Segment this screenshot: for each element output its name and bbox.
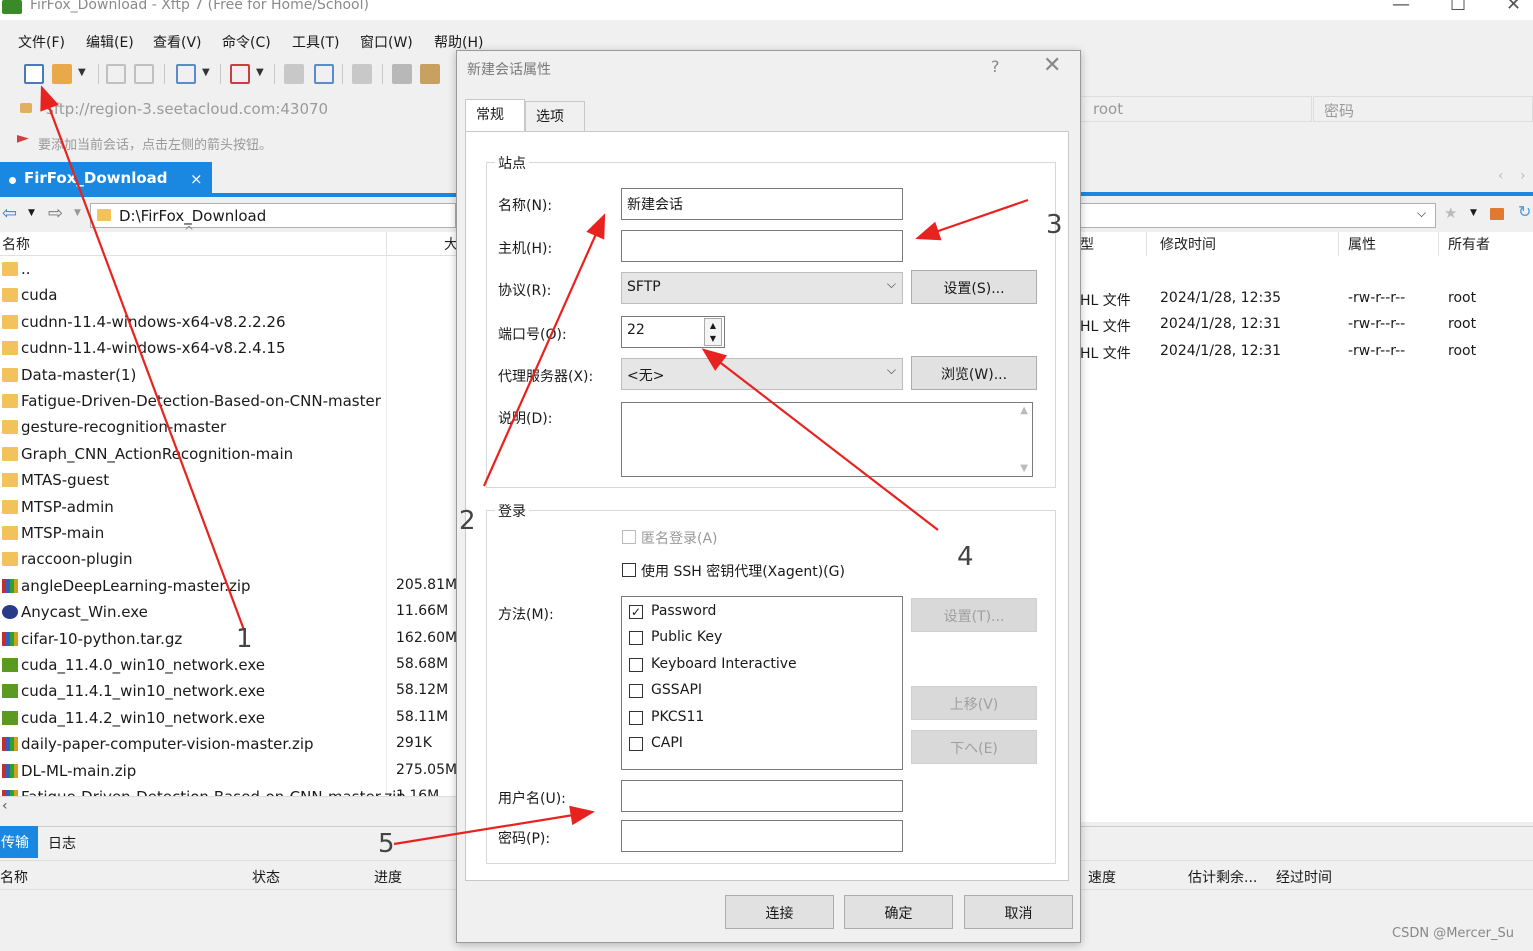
annotation-2: 2 xyxy=(459,506,476,536)
annotation-1: 1 xyxy=(236,624,253,654)
annotation-3: 3 xyxy=(1046,210,1063,240)
annotation-arrow-1 xyxy=(40,87,246,631)
annotation-arrowhead-5 xyxy=(569,805,595,826)
annotation-arrowhead-2 xyxy=(586,213,606,240)
annotation-arrowhead-4 xyxy=(701,348,728,371)
annotation-5: 5 xyxy=(378,829,395,859)
annotation-arrow-5 xyxy=(393,810,593,846)
annotation-overlay xyxy=(40,85,1029,846)
watermark: CSDN @Mercer_Su xyxy=(1392,926,1514,941)
annotation-arrow-4 xyxy=(703,349,939,531)
annotation-arrowhead-1 xyxy=(40,85,59,112)
annotation-arrow-2 xyxy=(482,215,606,487)
annotation-4: 4 xyxy=(957,542,974,572)
annotation-arrowhead-3 xyxy=(915,221,942,241)
